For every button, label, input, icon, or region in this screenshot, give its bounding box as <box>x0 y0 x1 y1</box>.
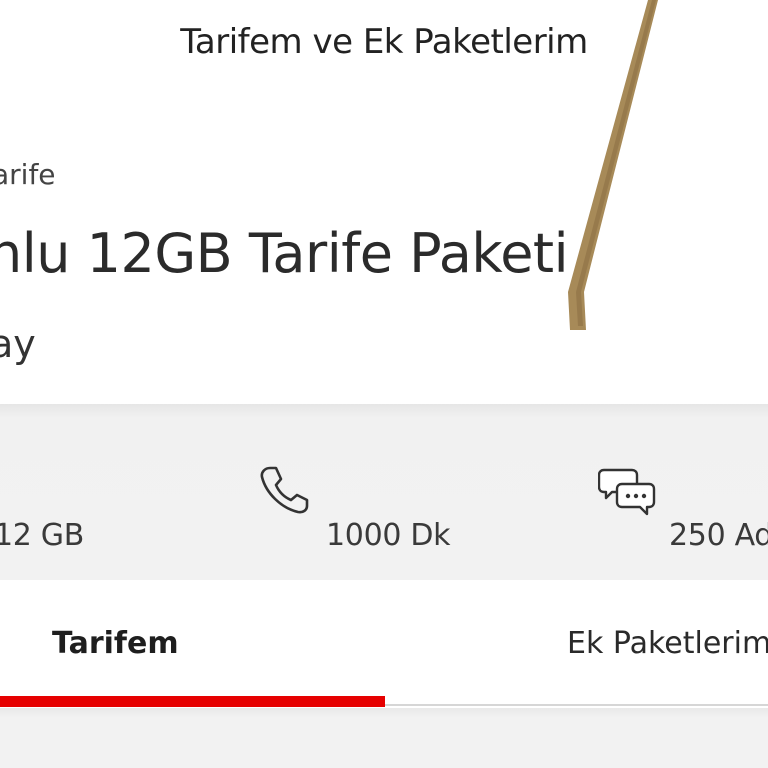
tab-indicator-track <box>385 704 768 706</box>
tab-tarifem-label: Tarifem <box>52 626 179 661</box>
tab-content-area <box>0 708 768 768</box>
data-allowance-value: 12 GB <box>0 518 85 553</box>
data-allowance: 12 GB <box>0 404 200 580</box>
tab-ek-paketlerim-label: Ek Paketlerim <box>567 626 768 661</box>
tab-tarifem[interactable]: Tarifem <box>0 580 385 708</box>
tab-bar: Tarifem Ek Paketlerim <box>0 580 768 708</box>
chat-bubbles-icon <box>598 468 656 516</box>
plan-name: nlu 12GB Tarife Paketi <box>0 222 569 285</box>
voice-allowance: 1000 Dk <box>240 404 500 580</box>
foreign-object-stick <box>568 0 658 330</box>
sms-allowance: 250 Ad <box>580 404 768 580</box>
plan-type-label: arife <box>0 158 56 191</box>
sms-allowance-value: 250 Ad <box>669 518 768 553</box>
voice-allowance-value: 1000 Dk <box>326 518 451 553</box>
tab-ek-paketlerim[interactable]: Ek Paketlerim <box>385 580 768 708</box>
phone-icon <box>260 466 309 514</box>
plan-period: ay <box>0 322 36 366</box>
active-tab-indicator <box>0 696 385 707</box>
allowance-panel: 12 GB 1000 Dk 250 Ad <box>0 404 768 580</box>
